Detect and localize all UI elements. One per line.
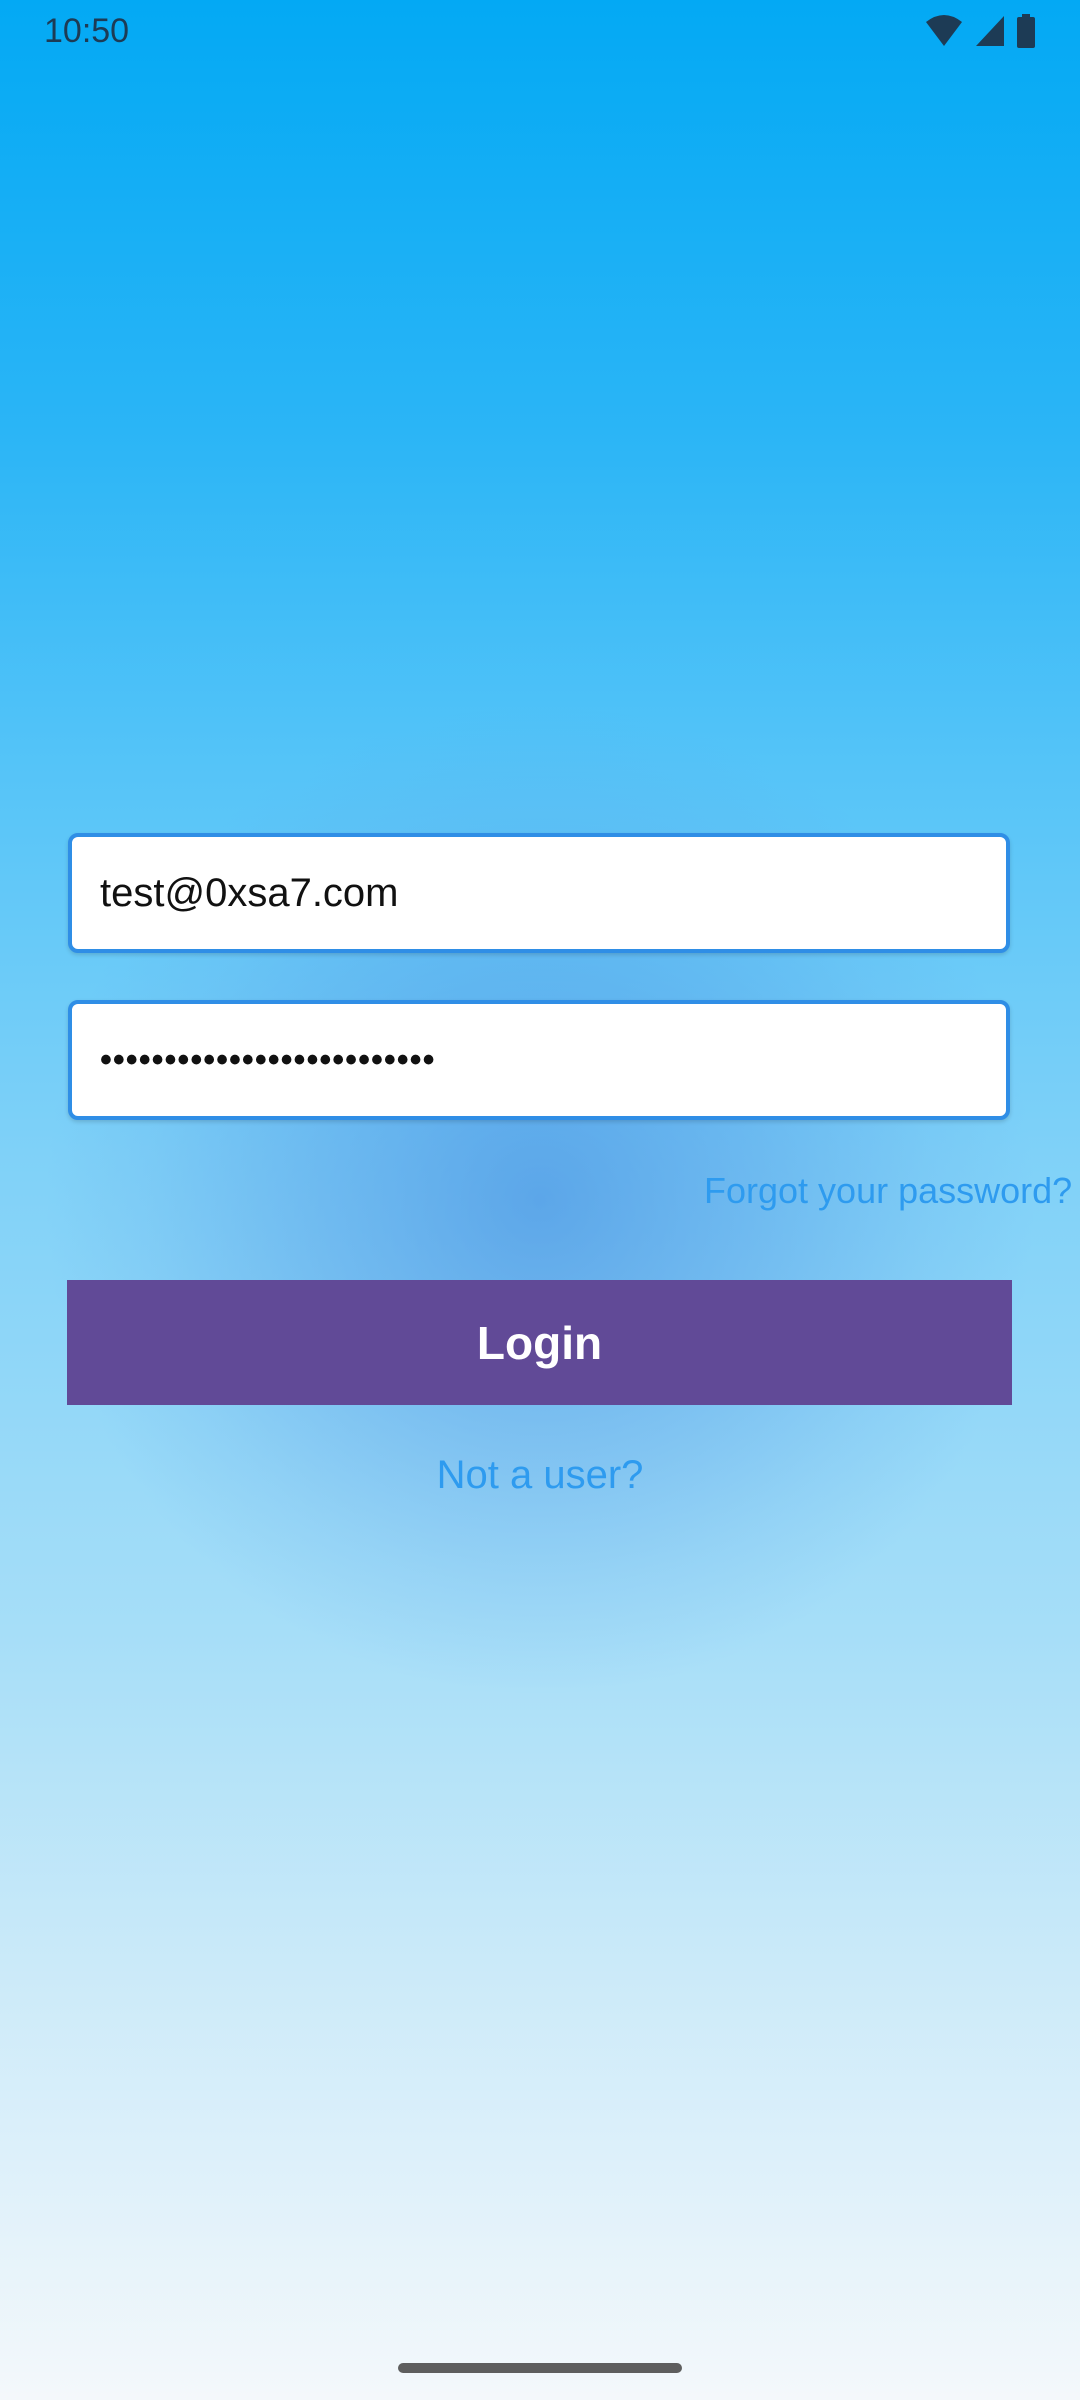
- password-field[interactable]: [68, 1000, 1010, 1120]
- not-a-user-link[interactable]: Not a user?: [0, 1453, 1080, 1498]
- email-field[interactable]: [68, 833, 1010, 953]
- status-bar: 10:50: [0, 0, 1080, 64]
- email-input[interactable]: [100, 870, 1006, 916]
- login-button[interactable]: Login: [67, 1280, 1012, 1405]
- cellular-signal-icon: [974, 14, 1006, 48]
- battery-icon: [1016, 14, 1036, 48]
- home-indicator[interactable]: [398, 2363, 682, 2373]
- login-screen: 10:50 Forgot your pa: [0, 0, 1080, 2400]
- forgot-password-link[interactable]: Forgot your password?: [704, 1170, 1072, 1212]
- wifi-icon: [924, 14, 964, 48]
- status-time: 10:50: [44, 12, 130, 50]
- status-icons: [924, 14, 1036, 48]
- password-input[interactable]: [100, 1040, 1006, 1080]
